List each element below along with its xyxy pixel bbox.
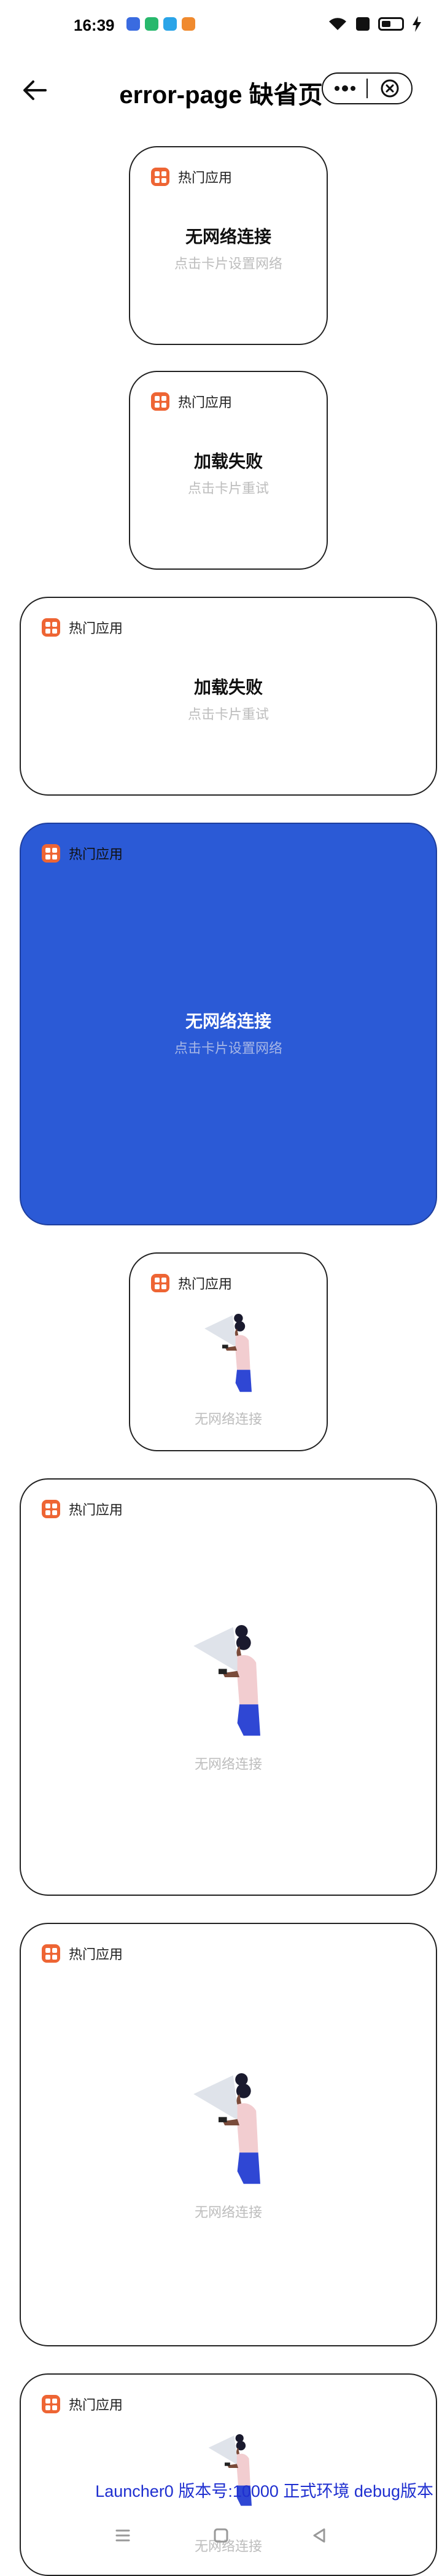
person-with-phone-illustration	[204, 1314, 252, 1392]
more-icon	[334, 85, 355, 91]
card-header: 热门应用	[42, 1499, 123, 1519]
more-button[interactable]	[323, 74, 366, 103]
card-error-hint: 无网络连接	[194, 1411, 262, 1427]
card-app-name: 热门应用	[69, 2397, 123, 2413]
card-header: 热门应用	[42, 1944, 123, 1963]
card-app-name: 热门应用	[69, 1502, 123, 1518]
widget-card-load-failed-small[interactable]: 热门应用 加载失败 点击卡片重试	[129, 371, 328, 570]
app-grid-icon	[42, 844, 60, 863]
mini-program-capsule	[322, 72, 413, 104]
card-error-hint: 点击卡片重试	[187, 481, 269, 496]
app-grid-icon	[42, 618, 60, 637]
card-header: 热门应用	[151, 1273, 232, 1293]
back-triangle-icon[interactable]	[307, 2523, 332, 2548]
close-circle-icon	[381, 79, 398, 98]
app-grid-icon	[42, 2395, 60, 2413]
card-error-hint: 点击卡片设置网络	[174, 1041, 282, 1056]
card-header: 热门应用	[42, 2394, 123, 2414]
card-app-name: 热门应用	[69, 621, 123, 636]
card-app-name: 热门应用	[69, 1947, 123, 1962]
card-app-name: 热门应用	[178, 170, 233, 185]
status-bar: 16:39	[0, 0, 442, 54]
card-header: 热门应用	[42, 618, 123, 637]
card-error-title: 无网络连接	[185, 227, 271, 246]
card-error-hint: 无网络连接	[194, 2205, 262, 2220]
card-header: 热门应用	[42, 844, 123, 863]
home-square-icon[interactable]	[209, 2523, 233, 2548]
widget-card-no-network-large-blue[interactable]: 热门应用 无网络连接 点击卡片设置网络	[20, 823, 437, 1225]
card-app-name: 热门应用	[178, 1276, 233, 1292]
app-grid-icon	[151, 168, 169, 186]
status-notification-icons	[126, 17, 195, 31]
widget-card-no-network-illustration-small[interactable]: 热门应用 无网络连接	[129, 1252, 328, 1451]
charging-icon	[413, 16, 421, 32]
widget-card-load-failed-wide[interactable]: 热门应用 加载失败 点击卡片重试	[20, 597, 437, 796]
card-error-hint: 点击卡片设置网络	[174, 256, 282, 271]
card-app-name: 热门应用	[69, 847, 123, 862]
menu-icon[interactable]	[110, 2523, 135, 2548]
card-error-title: 无网络连接	[185, 1012, 271, 1031]
card-error-title: 加载失败	[193, 452, 263, 471]
app-grid-icon	[151, 392, 169, 411]
notification-app-icon	[145, 17, 158, 31]
navigation-bar: error-page 缺省页	[0, 61, 442, 120]
widget-card-no-network-illustration-large-2[interactable]: 热门应用 无网络连接	[20, 1923, 437, 2346]
notification-app-icon	[182, 17, 195, 31]
widget-card-no-network-illustration-large[interactable]: 热门应用 无网络连接	[20, 1478, 437, 1896]
card-error-hint: 无网络连接	[194, 1756, 262, 1772]
app-grid-icon	[42, 1944, 60, 1963]
card-error-title: 加载失败	[193, 678, 263, 697]
close-button[interactable]	[368, 74, 411, 103]
widget-card-no-network-small[interactable]: 热门应用 无网络连接 点击卡片设置网络	[129, 146, 328, 345]
system-navigation-bar	[0, 2511, 442, 2561]
card-error-hint: 点击卡片重试	[187, 707, 269, 722]
notification-app-icon	[126, 17, 140, 31]
person-with-phone-illustration	[193, 2073, 260, 2184]
card-header: 热门应用	[151, 392, 232, 411]
status-right-icons	[328, 16, 421, 32]
app-grid-icon	[42, 1500, 60, 1518]
debug-version-label: Launcher0 版本号:10000 正式环境 debug版本	[95, 2482, 433, 2500]
notification-app-icon	[163, 17, 177, 31]
card-app-name: 热门应用	[178, 395, 233, 410]
wifi-icon	[329, 18, 346, 30]
app-grid-icon	[151, 1274, 169, 1292]
battery-icon	[378, 17, 404, 31]
person-with-phone-illustration	[193, 1625, 260, 1736]
card-header: 热门应用	[151, 167, 232, 187]
sim-icon	[356, 17, 370, 31]
status-time: 16:39	[74, 16, 115, 34]
